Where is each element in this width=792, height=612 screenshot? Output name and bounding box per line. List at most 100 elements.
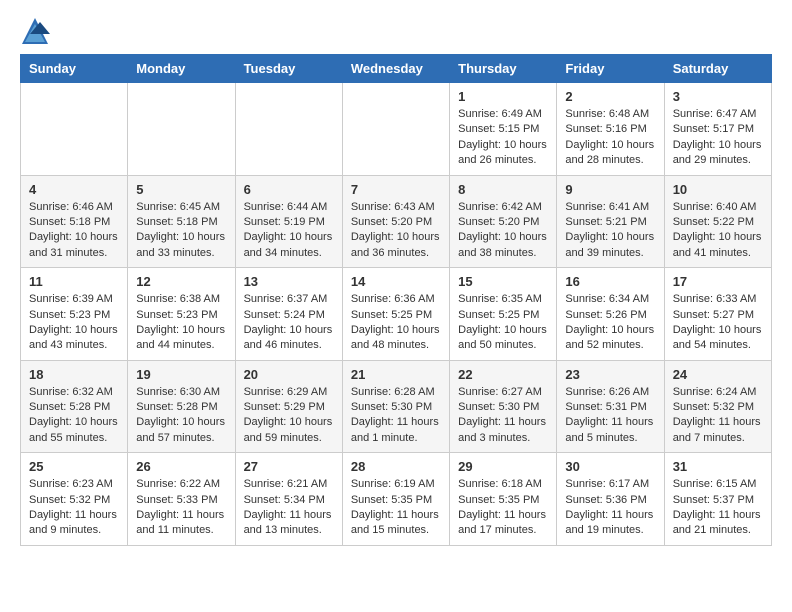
day-info: Sunrise: 6:37 AM Sunset: 5:24 PM Dayligh… xyxy=(244,292,334,354)
day-info: Sunrise: 6:40 AM Sunset: 5:22 PM Dayligh… xyxy=(673,200,763,262)
day-number: 1 xyxy=(458,89,548,104)
day-number: 9 xyxy=(565,182,655,197)
day-number: 19 xyxy=(136,367,226,382)
day-info: Sunrise: 6:32 AM Sunset: 5:28 PM Dayligh… xyxy=(29,385,119,447)
calendar-cell: 31 Sunrise: 6:15 AM Sunset: 5:37 PM Dayli… xyxy=(664,453,771,546)
day-number: 21 xyxy=(351,367,441,382)
calendar-cell: 9 Sunrise: 6:41 AM Sunset: 5:21 PM Daylig… xyxy=(557,175,664,268)
day-number: 20 xyxy=(244,367,334,382)
day-number: 24 xyxy=(673,367,763,382)
calendar-cell: 26 Sunrise: 6:22 AM Sunset: 5:33 PM Dayli… xyxy=(128,453,235,546)
day-info: Sunrise: 6:35 AM Sunset: 5:25 PM Dayligh… xyxy=(458,292,548,354)
day-number: 15 xyxy=(458,274,548,289)
calendar-week-row: 11 Sunrise: 6:39 AM Sunset: 5:23 PM Dayli… xyxy=(21,268,772,361)
calendar-cell: 19Sunrise: 6:30 AM Sunset: 5:28 PM Dayli… xyxy=(128,360,235,453)
calendar-cell: 30Sunrise: 6:17 AM Sunset: 5:36 PM Dayli… xyxy=(557,453,664,546)
calendar-cell: 25 Sunrise: 6:23 AM Sunset: 5:32 PM Dayli… xyxy=(21,453,128,546)
day-number: 2 xyxy=(565,89,655,104)
day-number: 11 xyxy=(29,274,119,289)
calendar-cell: 21 Sunrise: 6:28 AM Sunset: 5:30 PM Dayli… xyxy=(342,360,449,453)
calendar-cell: 12 Sunrise: 6:38 AM Sunset: 5:23 PM Dayli… xyxy=(128,268,235,361)
day-number: 13 xyxy=(244,274,334,289)
day-info: Sunrise: 6:45 AM Sunset: 5:18 PM Dayligh… xyxy=(136,200,226,262)
day-number: 5 xyxy=(136,182,226,197)
calendar-cell: 22 Sunrise: 6:27 AM Sunset: 5:30 PM Dayli… xyxy=(450,360,557,453)
day-number: 29 xyxy=(458,459,548,474)
day-info: Sunrise: 6:43 AM Sunset: 5:20 PM Dayligh… xyxy=(351,200,441,262)
day-info: Sunrise: 6:38 AM Sunset: 5:23 PM Dayligh… xyxy=(136,292,226,354)
day-number: 8 xyxy=(458,182,548,197)
day-info: Sunrise: 6:49 AM Sunset: 5:15 PM Dayligh… xyxy=(458,107,548,169)
calendar-table: SundayMondayTuesdayWednesdayThursdayFrid… xyxy=(20,54,772,546)
calendar-cell: 14 Sunrise: 6:36 AM Sunset: 5:25 PM Dayli… xyxy=(342,268,449,361)
calendar-cell: 4 Sunrise: 6:46 AM Sunset: 5:18 PM Daylig… xyxy=(21,175,128,268)
day-number: 14 xyxy=(351,274,441,289)
day-number: 6 xyxy=(244,182,334,197)
calendar-week-row: 1 Sunrise: 6:49 AM Sunset: 5:15 PM Daylig… xyxy=(21,83,772,176)
day-number: 26 xyxy=(136,459,226,474)
calendar-header-row: SundayMondayTuesdayWednesdayThursdayFrid… xyxy=(21,55,772,83)
day-info: Sunrise: 6:21 AM Sunset: 5:34 PM Dayligh… xyxy=(244,477,334,539)
day-number: 16 xyxy=(565,274,655,289)
day-info: Sunrise: 6:29 AM Sunset: 5:29 PM Dayligh… xyxy=(244,385,334,447)
header-thursday: Thursday xyxy=(450,55,557,83)
calendar-cell xyxy=(235,83,342,176)
day-info: Sunrise: 6:28 AM Sunset: 5:30 PM Dayligh… xyxy=(351,385,441,447)
day-info: Sunrise: 6:23 AM Sunset: 5:32 PM Dayligh… xyxy=(29,477,119,539)
calendar-cell: 24 Sunrise: 6:24 AM Sunset: 5:32 PM Dayli… xyxy=(664,360,771,453)
calendar-week-row: 4 Sunrise: 6:46 AM Sunset: 5:18 PM Daylig… xyxy=(21,175,772,268)
day-number: 28 xyxy=(351,459,441,474)
calendar-cell: 1 Sunrise: 6:49 AM Sunset: 5:15 PM Daylig… xyxy=(450,83,557,176)
day-info: Sunrise: 6:18 AM Sunset: 5:35 PM Dayligh… xyxy=(458,477,548,539)
day-info: Sunrise: 6:34 AM Sunset: 5:26 PM Dayligh… xyxy=(565,292,655,354)
calendar-cell: 17 Sunrise: 6:33 AM Sunset: 5:27 PM Dayli… xyxy=(664,268,771,361)
day-number: 30 xyxy=(565,459,655,474)
day-info: Sunrise: 6:27 AM Sunset: 5:30 PM Dayligh… xyxy=(458,385,548,447)
logo xyxy=(20,16,56,46)
day-number: 7 xyxy=(351,182,441,197)
calendar-cell xyxy=(128,83,235,176)
day-info: Sunrise: 6:19 AM Sunset: 5:35 PM Dayligh… xyxy=(351,477,441,539)
calendar-cell: 28 Sunrise: 6:19 AM Sunset: 5:35 PM Dayli… xyxy=(342,453,449,546)
header-sunday: Sunday xyxy=(21,55,128,83)
day-number: 4 xyxy=(29,182,119,197)
day-info: Sunrise: 6:22 AM Sunset: 5:33 PM Dayligh… xyxy=(136,477,226,539)
calendar-cell: 2Sunrise: 6:48 AM Sunset: 5:16 PM Daylig… xyxy=(557,83,664,176)
header-tuesday: Tuesday xyxy=(235,55,342,83)
day-number: 27 xyxy=(244,459,334,474)
day-number: 17 xyxy=(673,274,763,289)
calendar-cell: 11 Sunrise: 6:39 AM Sunset: 5:23 PM Dayli… xyxy=(21,268,128,361)
day-info: Sunrise: 6:44 AM Sunset: 5:19 PM Dayligh… xyxy=(244,200,334,262)
calendar-cell: 15 Sunrise: 6:35 AM Sunset: 5:25 PM Dayli… xyxy=(450,268,557,361)
day-number: 10 xyxy=(673,182,763,197)
calendar-cell: 27 Sunrise: 6:21 AM Sunset: 5:34 PM Dayli… xyxy=(235,453,342,546)
calendar-cell: 7 Sunrise: 6:43 AM Sunset: 5:20 PM Daylig… xyxy=(342,175,449,268)
day-number: 25 xyxy=(29,459,119,474)
day-number: 31 xyxy=(673,459,763,474)
calendar-cell: 6 Sunrise: 6:44 AM Sunset: 5:19 PM Daylig… xyxy=(235,175,342,268)
calendar-cell: 8Sunrise: 6:42 AM Sunset: 5:20 PM Daylig… xyxy=(450,175,557,268)
day-number: 22 xyxy=(458,367,548,382)
calendar-cell: 13 Sunrise: 6:37 AM Sunset: 5:24 PM Dayli… xyxy=(235,268,342,361)
calendar-cell: 18 Sunrise: 6:32 AM Sunset: 5:28 PM Dayli… xyxy=(21,360,128,453)
day-info: Sunrise: 6:46 AM Sunset: 5:18 PM Dayligh… xyxy=(29,200,119,262)
day-info: Sunrise: 6:39 AM Sunset: 5:23 PM Dayligh… xyxy=(29,292,119,354)
day-number: 12 xyxy=(136,274,226,289)
calendar-cell xyxy=(21,83,128,176)
day-info: Sunrise: 6:33 AM Sunset: 5:27 PM Dayligh… xyxy=(673,292,763,354)
day-info: Sunrise: 6:15 AM Sunset: 5:37 PM Dayligh… xyxy=(673,477,763,539)
calendar-week-row: 25 Sunrise: 6:23 AM Sunset: 5:32 PM Dayli… xyxy=(21,453,772,546)
calendar-cell: 23Sunrise: 6:26 AM Sunset: 5:31 PM Dayli… xyxy=(557,360,664,453)
calendar-cell: 3Sunrise: 6:47 AM Sunset: 5:17 PM Daylig… xyxy=(664,83,771,176)
calendar-cell: 16 Sunrise: 6:34 AM Sunset: 5:26 PM Dayli… xyxy=(557,268,664,361)
day-number: 23 xyxy=(565,367,655,382)
day-info: Sunrise: 6:36 AM Sunset: 5:25 PM Dayligh… xyxy=(351,292,441,354)
calendar-cell: 5 Sunrise: 6:45 AM Sunset: 5:18 PM Daylig… xyxy=(128,175,235,268)
calendar-week-row: 18 Sunrise: 6:32 AM Sunset: 5:28 PM Dayli… xyxy=(21,360,772,453)
day-info: Sunrise: 6:41 AM Sunset: 5:21 PM Dayligh… xyxy=(565,200,655,262)
day-number: 18 xyxy=(29,367,119,382)
day-info: Sunrise: 6:24 AM Sunset: 5:32 PM Dayligh… xyxy=(673,385,763,447)
header-wednesday: Wednesday xyxy=(342,55,449,83)
header-monday: Monday xyxy=(128,55,235,83)
header-friday: Friday xyxy=(557,55,664,83)
